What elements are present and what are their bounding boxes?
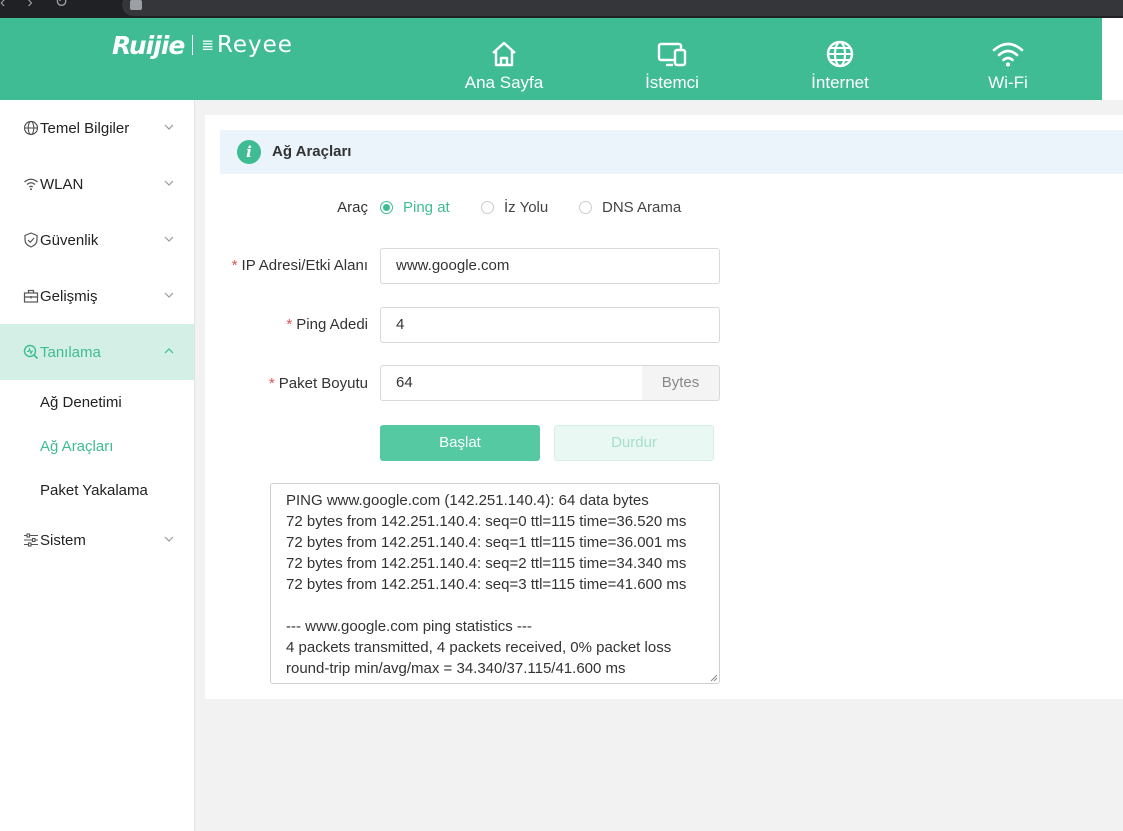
wifi-icon	[992, 42, 1024, 67]
sidebar-item-label: WLAN	[40, 175, 84, 193]
radio-traceroute[interactable]: İz Yolu	[481, 199, 548, 216]
required-marker: *	[231, 257, 238, 274]
sidebar-item-label: Gelişmiş	[40, 287, 98, 305]
radio-ping-indicator[interactable]	[380, 201, 393, 214]
sidebar-subitem-packet-capture[interactable]: Paket Yakalama	[40, 482, 148, 499]
page-title: Ağ Araçları	[272, 143, 352, 160]
packet-size-input[interactable]: 64	[380, 365, 643, 401]
address-bar[interactable]	[122, 0, 1123, 16]
nav-internet[interactable]: İnternet	[800, 18, 880, 100]
sidebar-subitem-network-check[interactable]: Ağ Denetimi	[40, 394, 122, 411]
packet-size-label: * Paket Boyutu	[168, 375, 368, 392]
radio-dns-lookup-indicator[interactable]	[579, 201, 592, 214]
chevron-down-icon	[164, 180, 174, 186]
start-button[interactable]: Başlat	[380, 425, 540, 461]
sidebar-item-label: Sistem	[40, 531, 86, 549]
sidebar-item-security[interactable]: Güvenlik	[0, 212, 194, 268]
nav-clients-label: İstemci	[645, 73, 699, 92]
nav-home-label: Ana Sayfa	[464, 73, 544, 92]
nav-home[interactable]: Ana Sayfa	[464, 18, 544, 100]
sliders-icon	[22, 531, 40, 549]
chevron-down-icon	[164, 124, 174, 130]
nav-wifi[interactable]: Wi-Fi	[968, 18, 1048, 100]
sidebar-item-label: Temel Bilgiler	[40, 119, 130, 137]
info-icon: i	[237, 140, 261, 164]
chevron-up-icon	[164, 348, 174, 354]
browser-nav-icons[interactable]: ‹›↻	[0, 0, 90, 12]
site-info-icon[interactable]	[130, 0, 142, 10]
nav-internet-label: İnternet	[811, 73, 869, 92]
radio-dns-lookup[interactable]: DNS Arama	[579, 199, 681, 216]
sidebar-item-label: Tanılama	[40, 343, 101, 361]
page-header: i Ağ Araçları	[220, 130, 1123, 174]
ping-count-input[interactable]: 4	[380, 307, 720, 343]
radio-traceroute-indicator[interactable]	[481, 201, 494, 214]
globe-icon	[22, 119, 40, 137]
ip-label-text: IP Adresi/Etki Alanı	[241, 257, 368, 274]
browser-toolbar: ‹›↻	[0, 0, 1123, 18]
packet-size-label-text: Paket Boyutu	[278, 375, 368, 392]
devices-icon	[657, 42, 687, 67]
ping-count-label: * Ping Adedi	[168, 316, 368, 333]
ip-label: * IP Adresi/Etki Alanı	[168, 257, 368, 274]
reyee-logo-text: Reyee	[216, 32, 293, 58]
sidebar-item-wlan[interactable]: WLAN	[0, 156, 194, 212]
nav-clients[interactable]: İstemci	[632, 18, 712, 100]
ruijie-logo-text: Ruijie	[112, 30, 185, 60]
toolbox-icon	[22, 287, 40, 305]
sidebar-subitem-network-tools[interactable]: Ağ Araçları	[40, 438, 113, 455]
tool-label: Araç	[337, 199, 368, 216]
stop-button[interactable]: Durdur	[554, 425, 714, 461]
globe-icon	[826, 40, 854, 68]
sidebar-item-basic-info[interactable]: Temel Bilgiler	[0, 100, 194, 156]
sidebar: Temel Bilgiler WLAN Güvenlik Gelişmiş Ta…	[0, 100, 195, 831]
radio-ping-label: Ping at	[403, 199, 450, 216]
reyee-mark-icon: ≣	[201, 37, 214, 54]
chevron-down-icon	[164, 236, 174, 242]
ping-output-textarea[interactable]: PING www.google.com (142.251.140.4): 64 …	[270, 483, 720, 684]
sidebar-item-diagnostics[interactable]: Tanılama	[0, 324, 194, 380]
sidebar-item-advanced[interactable]: Gelişmiş	[0, 268, 194, 324]
radio-dns-lookup-label: DNS Arama	[602, 199, 682, 216]
nav-wifi-label: Wi-Fi	[988, 73, 1028, 92]
brand-logo[interactable]: Ruijie ≣ Reyee	[112, 30, 293, 60]
diagnose-icon	[22, 343, 40, 361]
chevron-down-icon	[164, 292, 174, 298]
ping-count-label-text: Ping Adedi	[296, 316, 368, 333]
bytes-unit-addon: Bytes	[642, 365, 720, 401]
chevron-down-icon	[164, 536, 174, 542]
radio-traceroute-label: İz Yolu	[504, 199, 549, 216]
required-marker: *	[268, 375, 275, 392]
home-icon	[492, 41, 516, 67]
resize-handle-icon[interactable]	[708, 672, 718, 682]
required-marker: *	[286, 316, 293, 333]
wifi-icon	[22, 175, 40, 193]
sidebar-item-system[interactable]: Sistem	[0, 512, 194, 568]
ip-address-input[interactable]: www.google.com	[380, 248, 720, 284]
radio-ping[interactable]: Ping at	[380, 199, 450, 216]
sidebar-item-label: Güvenlik	[40, 231, 99, 249]
shield-icon	[22, 231, 40, 249]
